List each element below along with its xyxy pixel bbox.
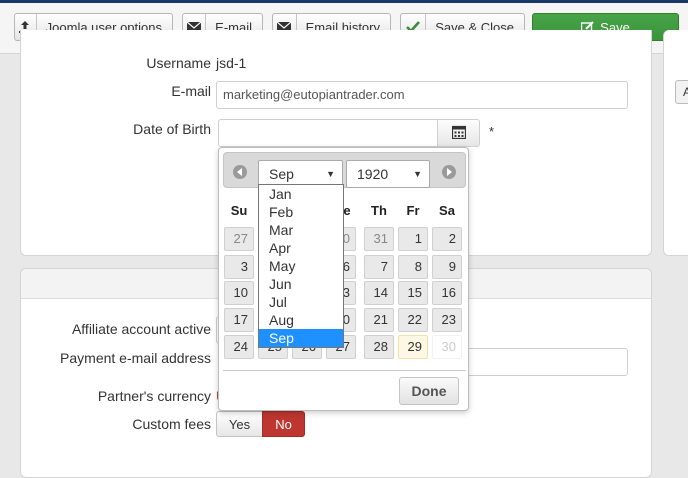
payment-email-label: Payment e-mail address bbox=[60, 350, 211, 366]
weekday-header: Sa bbox=[439, 203, 455, 218]
partner-currency-label: Partner's currency bbox=[97, 388, 211, 404]
day-cell[interactable]: 31 bbox=[364, 227, 394, 251]
day-cell[interactable]: 8 bbox=[398, 255, 428, 279]
day-cell[interactable]: 9 bbox=[432, 255, 462, 279]
side-panel bbox=[663, 30, 688, 256]
day-cell[interactable]: 17 bbox=[224, 308, 254, 332]
day-cell[interactable]: 3 bbox=[224, 255, 254, 279]
month-dropdown-list: Jan Feb Mar Apr May Jun Jul Aug Sep bbox=[258, 184, 344, 348]
month-option[interactable]: Mar bbox=[259, 221, 343, 239]
custom-fees-no-button[interactable]: No bbox=[262, 411, 305, 437]
email-field[interactable]: marketing@eutopiantrader.com bbox=[216, 81, 628, 109]
done-button[interactable]: Done bbox=[399, 377, 459, 405]
weekday-header: Su bbox=[230, 203, 248, 218]
year-select-value: 1920 bbox=[357, 166, 389, 182]
month-option[interactable]: Feb bbox=[259, 203, 343, 221]
day-cell[interactable]: 15 bbox=[398, 281, 428, 305]
day-cell[interactable]: 27 bbox=[224, 227, 254, 251]
email-label: E-mail bbox=[171, 83, 211, 99]
month-option[interactable]: Jun bbox=[259, 275, 343, 293]
payment-email-field[interactable] bbox=[460, 348, 628, 376]
custom-fees-label: Custom fees bbox=[132, 416, 211, 432]
day-cell[interactable]: 16 bbox=[432, 281, 462, 305]
month-select-value: Sep bbox=[269, 166, 294, 182]
calendar-icon bbox=[451, 125, 466, 142]
day-cell[interactable]: 14 bbox=[364, 281, 394, 305]
month-option[interactable]: Sep bbox=[259, 329, 343, 347]
custom-fees-yes-button[interactable]: Yes bbox=[216, 411, 263, 437]
calendar-button[interactable] bbox=[437, 119, 480, 147]
dob-field[interactable] bbox=[218, 119, 438, 147]
weekday-header: Fr bbox=[406, 203, 420, 218]
day-cell[interactable]: 23 bbox=[432, 308, 462, 332]
weekday-header: Th bbox=[371, 203, 387, 218]
dropdown-arrow-icon: ▼ bbox=[413, 169, 422, 179]
day-cell[interactable]: 7 bbox=[364, 255, 394, 279]
day-cell[interactable]: 29 bbox=[398, 335, 428, 359]
day-cell[interactable]: 1 bbox=[398, 227, 428, 251]
day-cell[interactable]: 21 bbox=[364, 308, 394, 332]
username-value: jsd-1 bbox=[216, 55, 247, 71]
side-panel-button[interactable]: A bbox=[675, 80, 688, 104]
month-option[interactable]: Apr bbox=[259, 239, 343, 257]
prev-month-icon[interactable] bbox=[233, 165, 247, 179]
day-cell[interactable]: 28 bbox=[364, 335, 394, 359]
month-option[interactable]: May bbox=[259, 257, 343, 275]
next-month-icon[interactable] bbox=[442, 165, 456, 179]
affiliate-active-label: Affiliate account active bbox=[71, 321, 211, 337]
month-option[interactable]: Jan bbox=[259, 185, 343, 203]
month-option[interactable]: Aug bbox=[259, 311, 343, 329]
username-label: Username bbox=[146, 55, 211, 71]
required-mark: * bbox=[489, 124, 495, 139]
month-option[interactable]: Jul bbox=[259, 293, 343, 311]
year-select[interactable]: 1920 ▼ bbox=[346, 160, 430, 188]
day-cell[interactable]: 24 bbox=[224, 335, 254, 359]
day-cell[interactable]: 22 bbox=[398, 308, 428, 332]
day-cell[interactable]: 2 bbox=[432, 227, 462, 251]
datepicker-header: Sep ▼ 1920 ▼ bbox=[223, 152, 466, 188]
dob-label: Date of Birth bbox=[133, 121, 211, 137]
day-cell[interactable]: 10 bbox=[224, 281, 254, 305]
day-cell: 30 bbox=[432, 335, 462, 359]
datepicker-divider bbox=[223, 370, 466, 371]
